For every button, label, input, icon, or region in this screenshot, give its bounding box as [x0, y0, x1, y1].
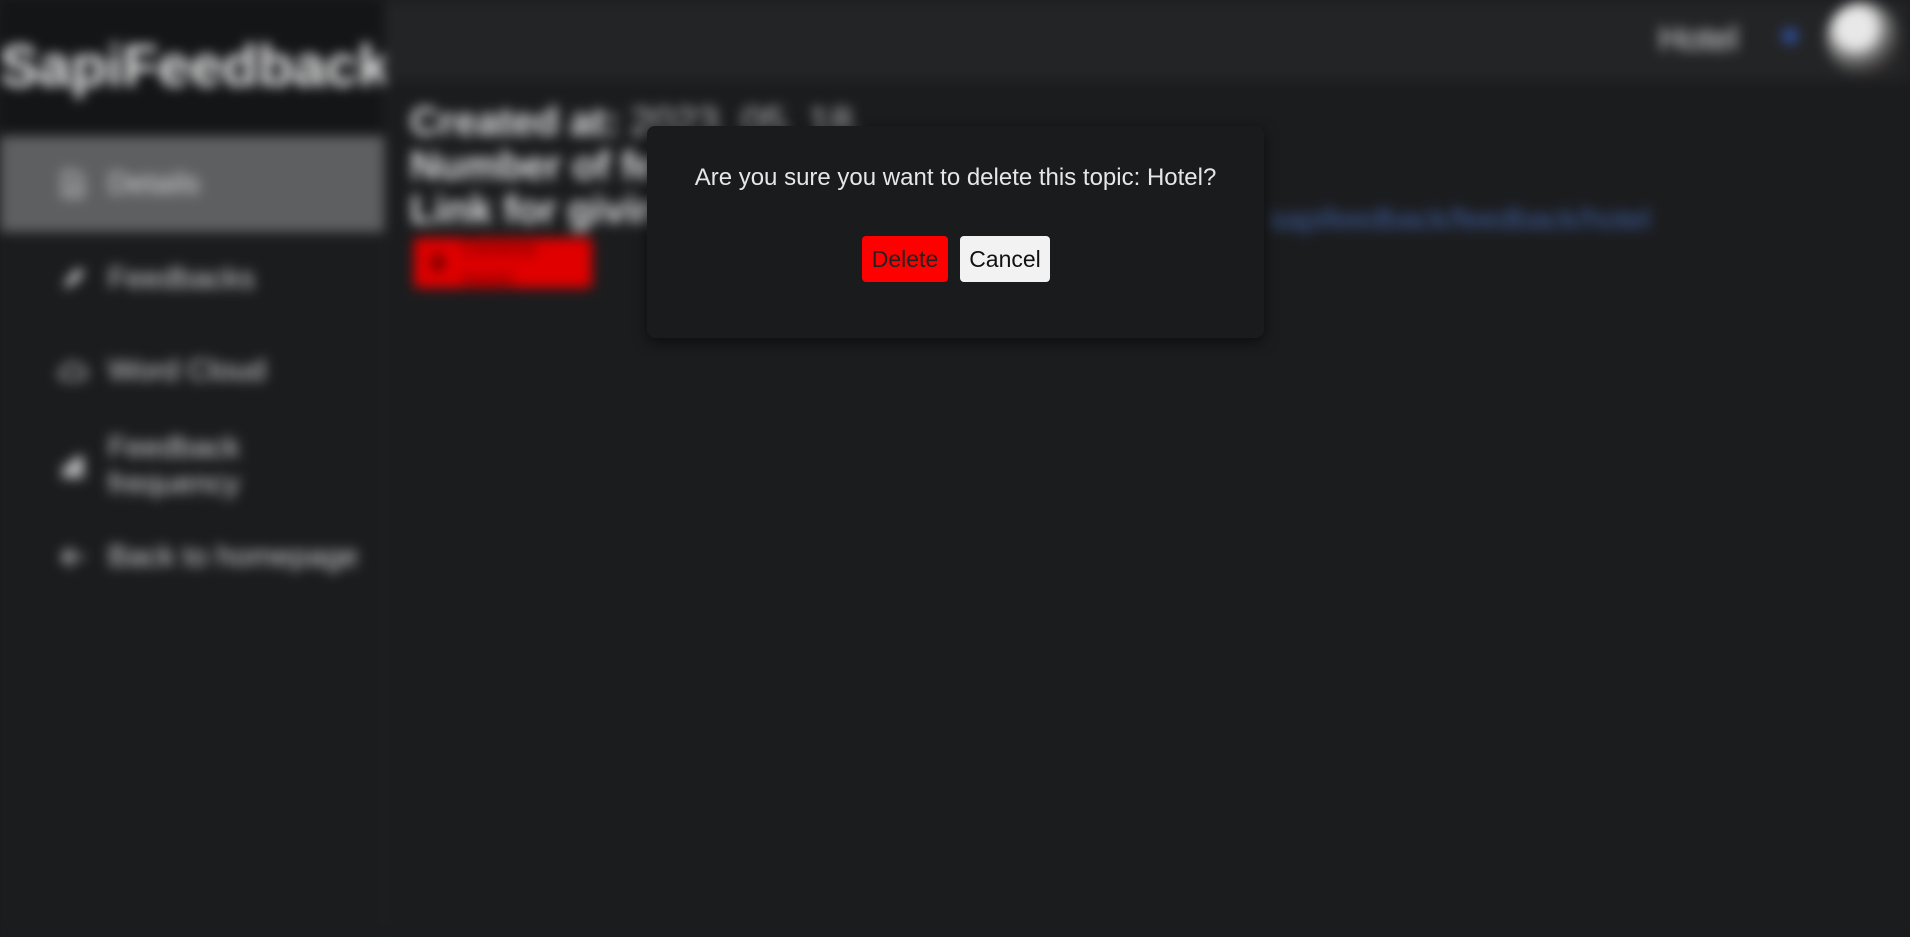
- sidebar-item-label: Word Cloud: [108, 354, 266, 387]
- sidebar-item-label: Details: [108, 167, 200, 200]
- avatar[interactable]: [1826, 2, 1900, 76]
- trash-icon: [430, 248, 446, 279]
- top-bar: Hotel: [384, 0, 1910, 80]
- sidebar-item-label: Back to homepage: [108, 540, 359, 573]
- sidebar-item-feedbacks[interactable]: Feedbacks: [0, 250, 384, 308]
- sidebar-item-back-to-homepage[interactable]: Back to homepage: [0, 528, 384, 586]
- cloud-icon: [58, 356, 88, 386]
- feedback-link[interactable]: sapifeedback/feedback/hotel: [1270, 198, 1650, 242]
- delete-topic-label: Delete topic: [462, 232, 538, 293]
- arrow-left-icon: [58, 542, 88, 572]
- edit-icon: [58, 264, 88, 294]
- current-topic-label: Hotel: [1658, 20, 1738, 58]
- brand-logo: SapiFeedback: [0, 0, 384, 134]
- sidebar-item-label: Feedbacks: [108, 262, 255, 295]
- delete-confirm-dialog: Are you sure you want to delete this top…: [647, 126, 1264, 338]
- sidebar-item-feedback-frequency[interactable]: Feedback frequency: [0, 428, 384, 504]
- bar-chart-icon: [58, 451, 88, 481]
- delete-topic-button[interactable]: Delete topic: [414, 232, 592, 293]
- dialog-message: Are you sure you want to delete this top…: [694, 164, 1217, 191]
- created-at-label: Created at:: [410, 100, 619, 144]
- confirm-delete-button[interactable]: Delete: [862, 236, 948, 282]
- status-dot-icon: [1782, 28, 1798, 44]
- document-icon: [58, 169, 88, 199]
- sidebar: SapiFeedback Details Feedbacks Word Clou…: [0, 0, 385, 937]
- sidebar-item-details[interactable]: Details: [0, 136, 384, 232]
- cancel-button[interactable]: Cancel: [960, 236, 1050, 282]
- sidebar-item-label: Feedback frequency: [108, 431, 240, 500]
- sidebar-item-word-cloud[interactable]: Word Cloud: [0, 342, 384, 400]
